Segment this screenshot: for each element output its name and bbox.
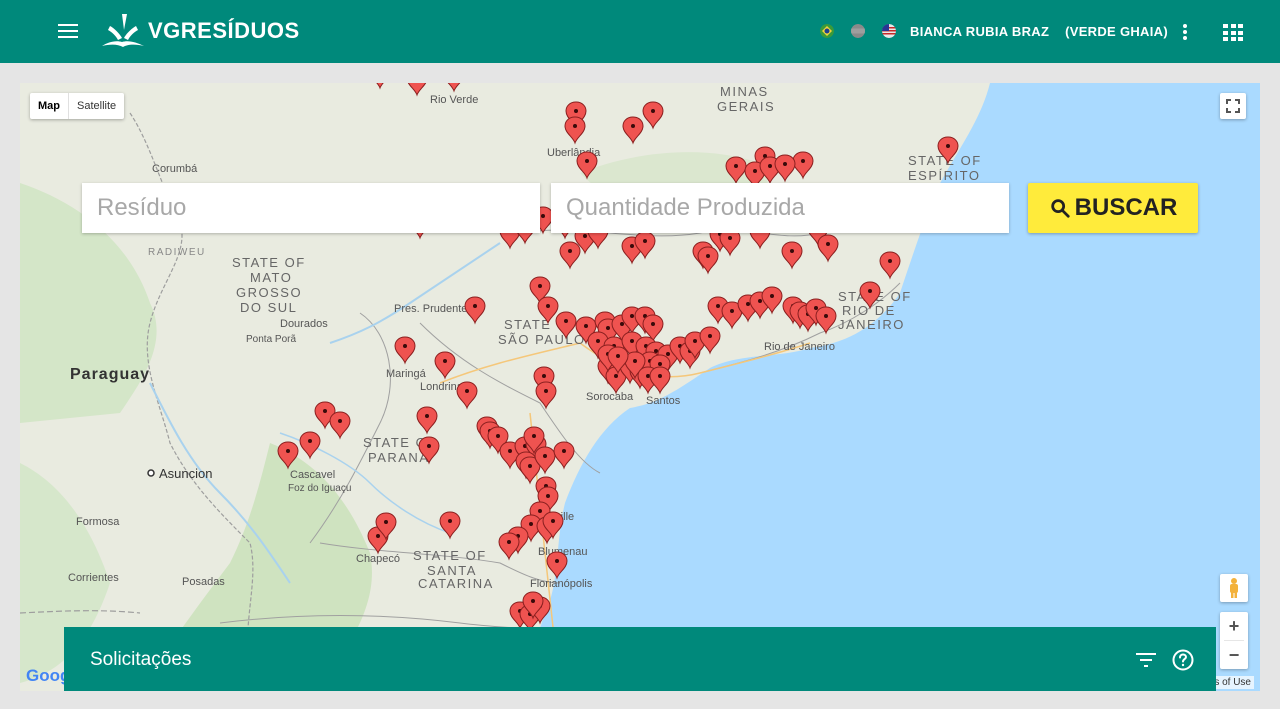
map-label: Sorocaba <box>586 391 634 403</box>
top-app-bar: VGRESÍDUOS BIANCA RUBIA BRAZ (VERDE GHAI… <box>0 0 1280 63</box>
brand-name: VGRESÍDUOS <box>148 18 300 43</box>
map-label: Ponta Porã <box>246 334 296 345</box>
map-label: Foz do Iguaçu <box>288 483 351 494</box>
map-label: Posadas <box>182 576 225 588</box>
search-icon <box>1050 199 1070 218</box>
map-label: ESPÍRITO <box>908 168 980 183</box>
zoom-control: + − <box>1220 612 1248 669</box>
map-label: MATO <box>250 270 292 285</box>
map-label: SÃO PAULO <box>498 332 586 347</box>
map-canvas[interactable]: MINAS GERAIS Rio Verde Uberlândia Corumb… <box>20 83 1260 691</box>
map-label: Rio Verde <box>430 94 478 106</box>
help-icon[interactable] <box>1172 649 1194 671</box>
zoom-out-button[interactable]: − <box>1220 641 1248 669</box>
user-organization: (VERDE GHAIA) <box>1065 24 1168 39</box>
map-type-satellite-button[interactable]: Satellite <box>69 93 124 119</box>
map-label: Chapecó <box>356 553 400 565</box>
map-label: JANEIRO <box>838 317 905 332</box>
brand-logo[interactable]: VGRESÍDUOS <box>100 12 300 50</box>
map-type-control: Map Satellite <box>30 93 125 119</box>
map-label: Florianópolis <box>530 578 593 590</box>
map-label: GROSSO <box>236 285 302 300</box>
flag-usa-icon[interactable] <box>882 24 896 38</box>
map-label: Paraguay <box>70 366 150 383</box>
requests-panel[interactable]: Solicitações <box>64 627 1216 691</box>
map-label: STATE OF <box>232 255 306 270</box>
user-name: BIANCA RUBIA BRAZ <box>910 24 1050 39</box>
city-marker <box>147 469 155 477</box>
quantity-input[interactable] <box>551 183 1009 233</box>
map-label: GERAIS <box>717 99 775 114</box>
user-menu[interactable]: BIANCA RUBIA BRAZ (VERDE GHAIA) <box>910 24 1168 39</box>
map-label: DO SUL <box>240 300 297 315</box>
map-label: STATE OF <box>413 548 487 563</box>
flag-brazil-icon[interactable] <box>820 24 834 38</box>
map-label: CATARINA <box>418 576 494 591</box>
menu-icon[interactable] <box>58 24 78 40</box>
residue-input[interactable] <box>82 183 540 233</box>
map-label: Corumbá <box>152 163 198 175</box>
map-label: Maringá <box>386 368 427 380</box>
zoom-in-button[interactable]: + <box>1220 612 1248 640</box>
map-label: RADIWEU <box>148 247 206 258</box>
search-button[interactable]: BUSCAR <box>1028 183 1198 233</box>
logo-icon <box>102 14 144 47</box>
map-label: MINAS <box>720 84 769 99</box>
map-label: Asuncion <box>159 466 212 481</box>
map-label: Cascavel <box>290 469 335 481</box>
flag-spain-icon[interactable] <box>851 24 865 38</box>
residue-field[interactable] <box>82 183 540 233</box>
map-label: PARANÁ <box>368 450 430 465</box>
map-label: Corrientes <box>68 572 119 584</box>
map-container[interactable]: MINAS GERAIS Rio Verde Uberlândia Corumb… <box>20 83 1260 691</box>
map-label: Dourados <box>280 318 328 330</box>
apps-grid-icon[interactable] <box>1223 24 1243 41</box>
map-label: Formosa <box>76 516 120 528</box>
more-vert-icon[interactable] <box>1183 24 1189 40</box>
quantity-field[interactable] <box>551 183 1009 233</box>
fullscreen-icon[interactable] <box>1220 93 1246 119</box>
pegman-icon[interactable] <box>1220 574 1248 602</box>
map-label: Rio de Janeiro <box>764 341 835 353</box>
search-button-label: BUSCAR <box>1074 194 1178 221</box>
panel-title: Solicitações <box>90 649 192 670</box>
map-label: Santos <box>646 395 681 407</box>
map-type-map-button[interactable]: Map <box>30 93 69 119</box>
filter-icon[interactable] <box>1136 653 1156 667</box>
map-label: Pres. Prudente <box>394 303 467 315</box>
